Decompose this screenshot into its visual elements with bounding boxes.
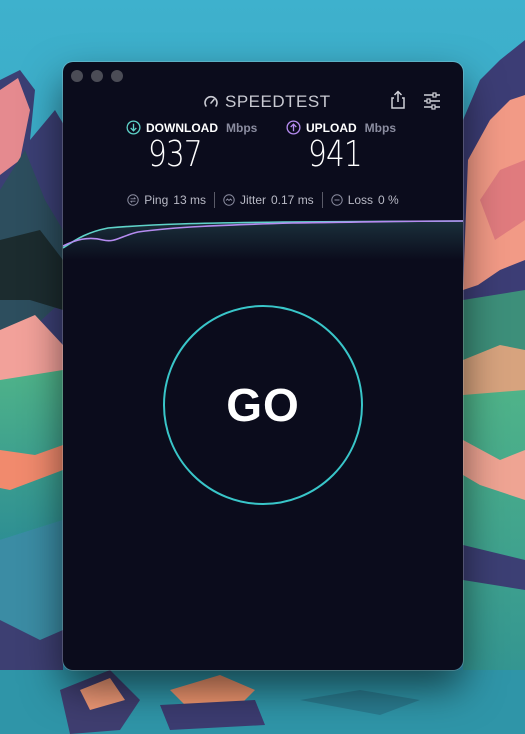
ping-stat: Ping 13 ms [119, 193, 214, 207]
brand-logo: SPEEDTEST [203, 92, 331, 112]
go-button-wrapper: GO [163, 305, 363, 505]
arrow-up-circle-icon [286, 120, 301, 135]
brand-name: SPEEDTEST [225, 92, 331, 111]
jitter-label: Jitter [239, 193, 266, 207]
ping-label: Ping [144, 193, 169, 207]
sliders-icon[interactable] [423, 92, 441, 110]
upload-metric: UPLOAD Mbps 941 [286, 120, 396, 175]
go-label: GO [226, 379, 300, 431]
jitter-stat: Jitter 0.17 ms [215, 193, 322, 207]
close-window-button[interactable] [71, 70, 83, 82]
gauge-icon [204, 95, 218, 107]
upload-unit: Mbps [364, 120, 397, 135]
window-controls [71, 70, 123, 82]
zoom-window-button[interactable] [111, 70, 123, 82]
share-icon[interactable] [389, 90, 407, 110]
speedtest-window: SPEEDTEST DOWNLOAD Mbps 937 UPLOAD Mbps … [63, 62, 463, 670]
download-metric: DOWNLOAD Mbps 937 [126, 120, 257, 175]
minimize-window-button[interactable] [91, 70, 103, 82]
download-unit: Mbps [226, 120, 258, 135]
header: SPEEDTEST [63, 90, 463, 114]
speed-graph [63, 220, 463, 260]
download-value: 937 [148, 134, 203, 175]
go-button[interactable]: GO [163, 305, 363, 505]
loss-stat: Loss 0 % [323, 193, 407, 207]
ping-icon [127, 194, 139, 206]
ping-value: 13 ms [173, 193, 206, 207]
loss-icon [330, 194, 343, 206]
jitter-icon [223, 194, 235, 206]
jitter-value: 0.17 ms [271, 193, 314, 207]
loss-label: Loss [347, 193, 374, 207]
upload-label: UPLOAD [306, 120, 357, 135]
connection-stats: Ping 13 ms Jitter 0.17 ms Loss 0 % [63, 192, 463, 208]
arrow-down-circle-icon [126, 120, 141, 135]
upload-value: 941 [308, 134, 363, 175]
loss-value: 0 % [378, 193, 399, 207]
download-label: DOWNLOAD [146, 120, 218, 135]
